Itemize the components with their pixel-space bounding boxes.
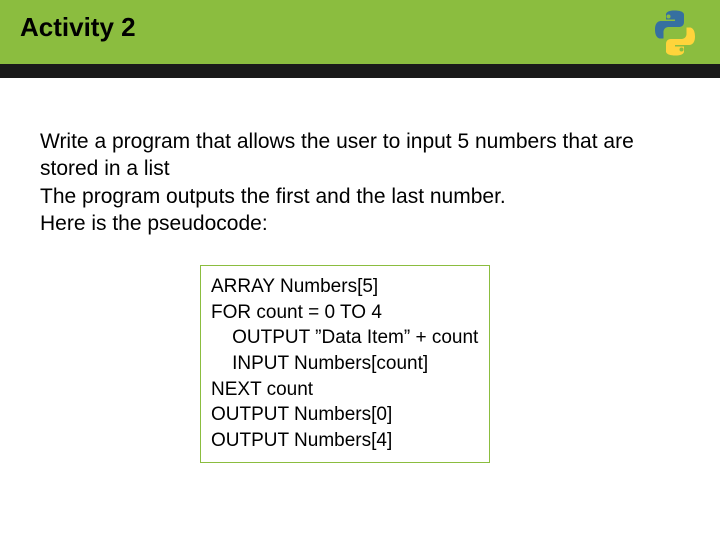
description-line-3: Here is the pseudocode: bbox=[40, 212, 268, 235]
activity-description: Write a program that allows the user to … bbox=[40, 128, 680, 237]
slide-title: Activity 2 bbox=[20, 12, 700, 43]
pseudocode-box: ARRAY Numbers[5] FOR count = 0 TO 4 OUTP… bbox=[200, 265, 490, 462]
header-divider bbox=[0, 64, 720, 78]
slide-header: Activity 2 bbox=[0, 0, 720, 64]
description-line-1: Write a program that allows the user to … bbox=[40, 130, 634, 180]
python-logo bbox=[650, 8, 700, 58]
description-line-2: The program outputs the first and the la… bbox=[40, 185, 506, 208]
slide-content: Write a program that allows the user to … bbox=[0, 78, 720, 463]
